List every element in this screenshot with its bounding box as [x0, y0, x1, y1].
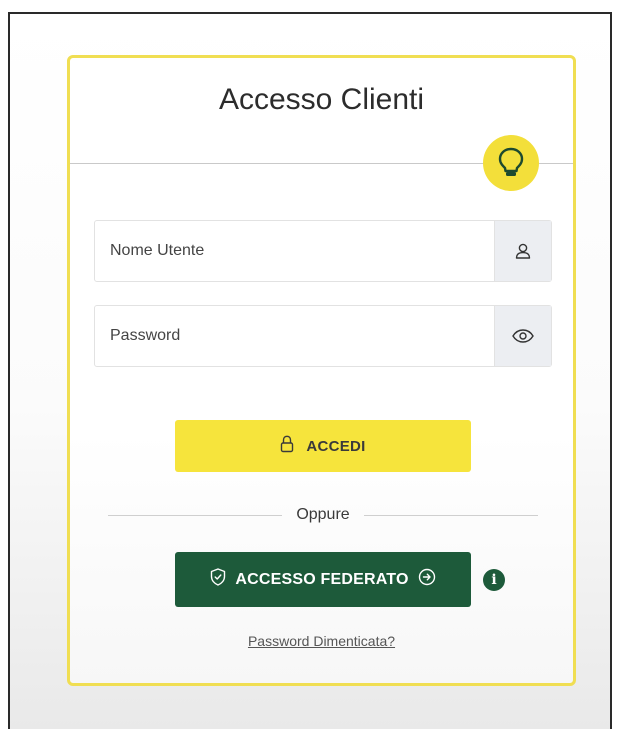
divider-text: Oppure [296, 506, 350, 523]
card-title: Accesso Clienti [218, 83, 425, 116]
arrow-right-circle-icon [418, 568, 436, 591]
federated-button-label: ACCESSO FEDERATO [235, 570, 409, 588]
divider-line-left [108, 514, 283, 516]
login-button-label: ACCEDI [306, 437, 366, 455]
user-icon [494, 221, 551, 281]
or-divider: Oppure [108, 505, 538, 525]
info-icon[interactable]: i [483, 569, 505, 591]
forgot-password-link[interactable]: Password Dimenticata? [70, 633, 573, 649]
password-field [94, 305, 552, 367]
divider-line-right [363, 514, 538, 516]
lightbulb-icon [483, 135, 539, 191]
login-card: Accesso Clienti Nome Utente ACCEDI Oppur… [67, 55, 576, 686]
password-input[interactable] [95, 306, 494, 366]
login-button[interactable]: ACCEDI [175, 420, 471, 472]
username-field [94, 220, 552, 282]
username-input[interactable] [95, 221, 494, 281]
lock-icon [280, 435, 294, 457]
federated-login-button[interactable]: ACCESSO FEDERATO [175, 552, 471, 607]
shield-icon [210, 568, 226, 591]
eye-icon[interactable] [494, 306, 551, 366]
